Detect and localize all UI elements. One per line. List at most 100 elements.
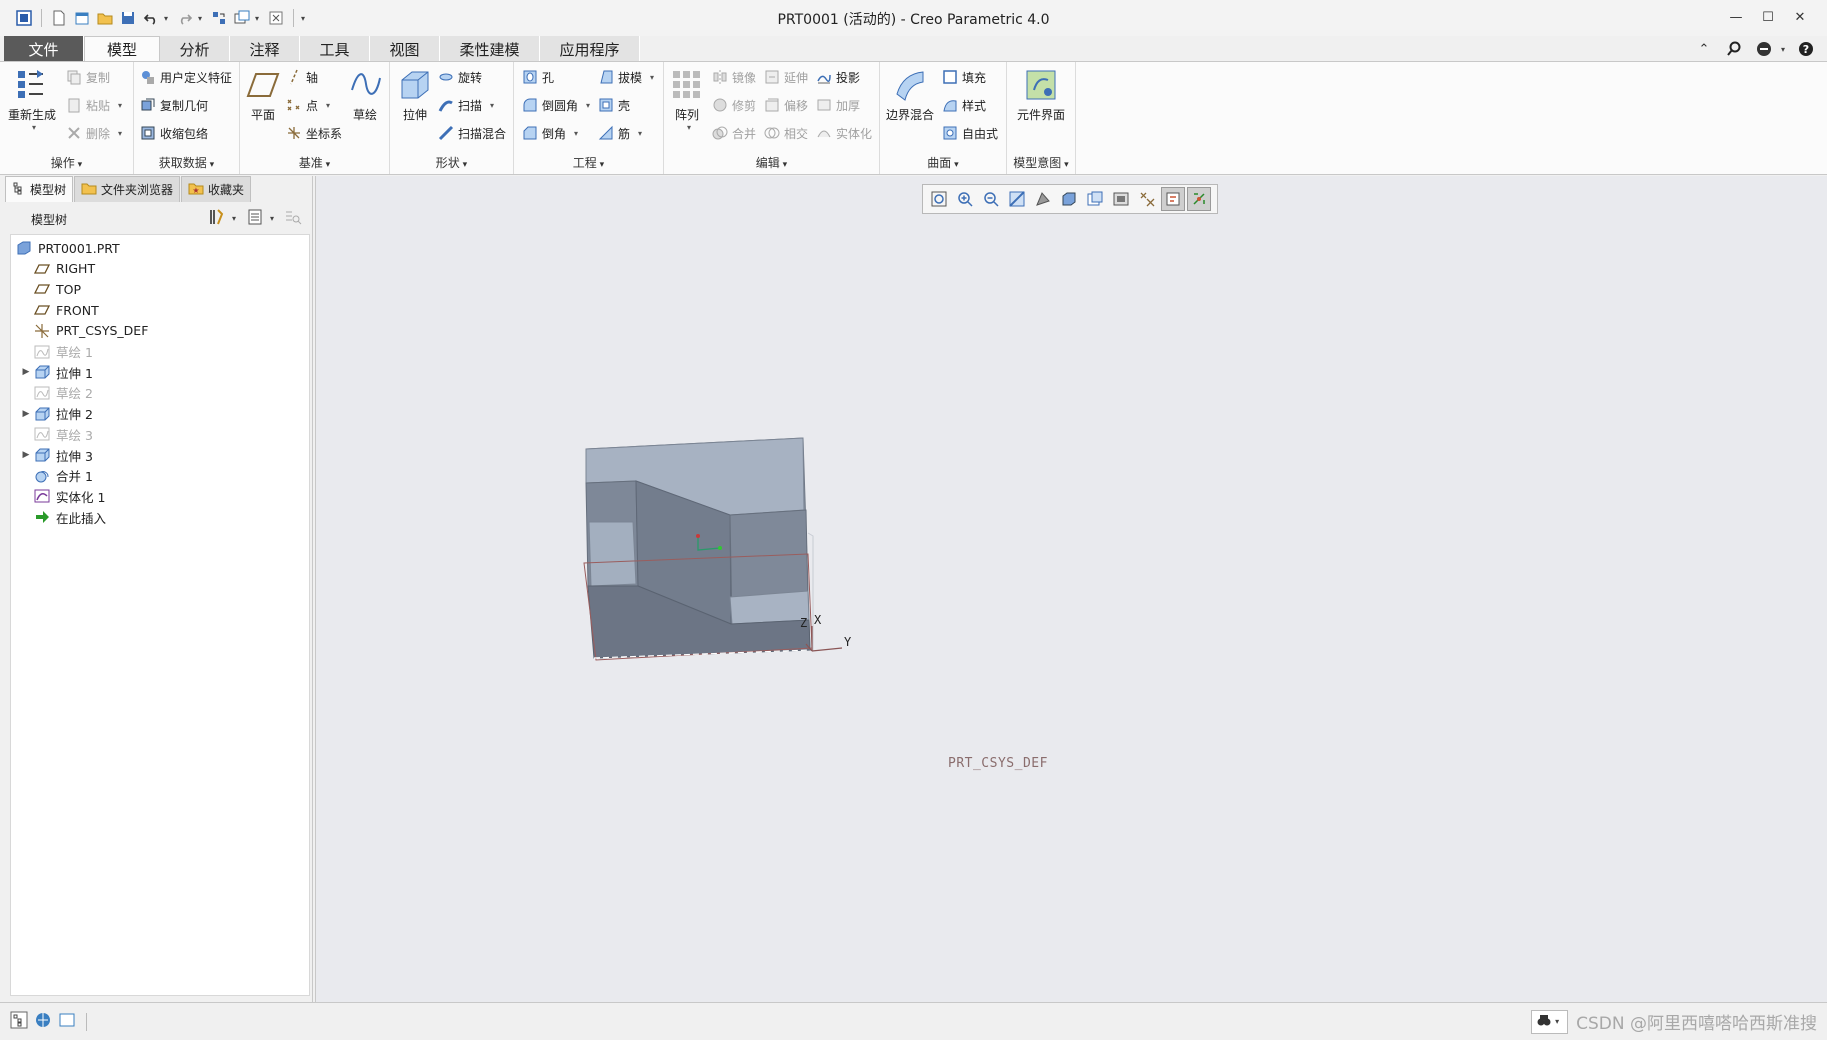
- thicken-button[interactable]: 加厚: [816, 96, 860, 114]
- style-button[interactable]: 样式: [942, 96, 986, 114]
- filter-dropdown-icon[interactable]: ▾: [1555, 1017, 1563, 1026]
- group-label-model-intent[interactable]: 模型意图: [1007, 154, 1075, 171]
- freestyle-button[interactable]: 自由式: [942, 124, 998, 142]
- chamfer-dropdown-icon[interactable]: ▾: [574, 129, 578, 138]
- point-button[interactable]: 点 ▾: [286, 96, 330, 114]
- regenerate-dropdown-icon[interactable]: ▾: [32, 123, 36, 132]
- fill-button[interactable]: 填充: [942, 68, 986, 86]
- pattern-button[interactable]: 阵列 ▾: [670, 68, 704, 132]
- open-folder-icon[interactable]: [95, 8, 115, 28]
- regenerate-small-icon[interactable]: [209, 8, 229, 28]
- paste-button[interactable]: 粘贴 ▾: [66, 96, 122, 114]
- expand-arrow-icon[interactable]: ▶: [19, 450, 33, 460]
- draft-button[interactable]: 拔模 ▾: [598, 68, 654, 86]
- shrinkwrap-button[interactable]: 收缩包络: [140, 124, 208, 142]
- tree-item[interactable]: 草绘 3: [19, 423, 93, 445]
- tree-item[interactable]: 实体化 1: [19, 485, 105, 507]
- new-file-icon[interactable]: [49, 8, 69, 28]
- model-viewport[interactable]: [316, 176, 1827, 1002]
- expand-arrow-icon[interactable]: ▶: [19, 409, 33, 419]
- graphics-window[interactable]: Z X Y PRT_CSYS_DEF: [315, 176, 1827, 1002]
- app-icon[interactable]: [14, 8, 34, 28]
- tab-favorites[interactable]: ★ 收藏夹: [181, 176, 252, 202]
- round-dropdown-icon[interactable]: ▾: [586, 101, 590, 110]
- group-label-datum[interactable]: 基准: [240, 154, 389, 171]
- offset-button[interactable]: 偏移: [764, 96, 808, 114]
- merge-button[interactable]: 合并: [712, 124, 756, 142]
- shell-button[interactable]: 壳: [598, 96, 630, 114]
- tab-applications[interactable]: 应用程序: [540, 36, 640, 62]
- tree-filter-icon[interactable]: [284, 208, 302, 229]
- delete-button[interactable]: 删除 ▾: [66, 124, 122, 142]
- mirror-button[interactable]: 镜像: [712, 68, 756, 86]
- hole-button[interactable]: 孔: [522, 68, 554, 86]
- undo-icon[interactable]: [141, 8, 161, 28]
- udf-button[interactable]: 用户定义特征: [140, 68, 232, 86]
- tree-item[interactable]: RIGHT: [19, 258, 95, 280]
- sweep-dropdown-icon[interactable]: ▾: [490, 101, 494, 110]
- rib-dropdown-icon[interactable]: ▾: [638, 129, 642, 138]
- windows-icon[interactable]: [232, 8, 252, 28]
- draft-dropdown-icon[interactable]: ▾: [650, 73, 654, 82]
- group-label-surfaces[interactable]: 曲面: [880, 154, 1006, 171]
- tab-model-tree[interactable]: 模型树: [5, 176, 74, 202]
- tab-flexible-modeling[interactable]: 柔性建模: [440, 36, 540, 62]
- community-dropdown-icon[interactable]: ▾: [1781, 45, 1789, 54]
- show-navigator-icon[interactable]: [10, 1011, 28, 1032]
- chamfer-button[interactable]: 倒角 ▾: [522, 124, 578, 142]
- tree-item[interactable]: PRT0001.PRT: [15, 237, 120, 259]
- tree-item[interactable]: 草绘 1: [19, 341, 93, 363]
- regenerate-button[interactable]: 重新生成 ▾: [8, 68, 56, 132]
- selection-filter[interactable]: ▾: [1531, 1009, 1569, 1034]
- community-icon[interactable]: [1751, 38, 1777, 60]
- tab-folder-browser[interactable]: 文件夹浏览器: [74, 176, 181, 202]
- tree-settings-dropdown-icon[interactable]: ▾: [232, 214, 240, 223]
- pattern-dropdown-icon[interactable]: ▾: [687, 123, 691, 132]
- tree-item[interactable]: ▶ 拉伸 1: [19, 361, 93, 383]
- trim-button[interactable]: 修剪: [712, 96, 756, 114]
- redo-dropdown-icon[interactable]: ▾: [198, 14, 206, 23]
- group-label-shapes[interactable]: 形状: [390, 154, 513, 171]
- new-window-icon[interactable]: [72, 8, 92, 28]
- tab-analysis[interactable]: 分析: [160, 36, 230, 62]
- maximize-button[interactable]: ☐: [1755, 6, 1781, 28]
- redo-icon[interactable]: [175, 8, 195, 28]
- close-window-icon[interactable]: [266, 8, 286, 28]
- tab-annotate[interactable]: 注释: [230, 36, 300, 62]
- customize-qat-icon[interactable]: ▾: [301, 14, 309, 23]
- expand-arrow-icon[interactable]: ▶: [19, 367, 33, 377]
- tree-show-dropdown-icon[interactable]: ▾: [270, 214, 278, 223]
- copy-geometry-button[interactable]: 复制几何: [140, 96, 208, 114]
- tree-item[interactable]: ▶ 拉伸 3: [19, 444, 93, 466]
- rib-button[interactable]: 筋 ▾: [598, 124, 642, 142]
- tab-view[interactable]: 视图: [370, 36, 440, 62]
- tab-model[interactable]: 模型: [84, 36, 160, 62]
- sketch-button[interactable]: 草绘: [348, 68, 382, 123]
- tree-show-icon[interactable]: [246, 208, 264, 229]
- tree-item[interactable]: PRT_CSYS_DEF: [19, 320, 148, 342]
- solidify-button[interactable]: 实体化: [816, 124, 872, 142]
- paste-dropdown-icon[interactable]: ▾: [118, 101, 122, 110]
- tree-item[interactable]: FRONT: [19, 299, 99, 321]
- close-button[interactable]: ✕: [1787, 6, 1813, 28]
- tree-item[interactable]: TOP: [19, 278, 81, 300]
- group-label-get-data[interactable]: 获取数据: [134, 154, 239, 171]
- group-label-editing[interactable]: 编辑: [664, 154, 879, 171]
- extrude-button[interactable]: 拉伸: [398, 68, 432, 123]
- project-button[interactable]: 投影: [816, 68, 860, 86]
- sweep-button[interactable]: 扫描 ▾: [438, 96, 494, 114]
- help-icon[interactable]: ?: [1793, 38, 1819, 60]
- plane-button[interactable]: 平面: [246, 68, 280, 123]
- search-icon[interactable]: [1721, 38, 1747, 60]
- point-dropdown-icon[interactable]: ▾: [326, 101, 330, 110]
- tree-item[interactable]: 在此插入: [19, 506, 106, 528]
- group-label-engineering[interactable]: 工程: [514, 154, 663, 171]
- windows-dropdown-icon[interactable]: ▾: [255, 14, 263, 23]
- tree-item[interactable]: ▶ 拉伸 2: [19, 403, 93, 425]
- group-label-operations[interactable]: 操作: [0, 154, 133, 171]
- revolve-button[interactable]: 旋转: [438, 68, 482, 86]
- intersect-button[interactable]: 相交: [764, 124, 808, 142]
- tree-settings-icon[interactable]: [208, 208, 226, 229]
- tree-item[interactable]: 合并 1: [19, 465, 93, 487]
- swept-blend-button[interactable]: 扫描混合: [438, 124, 506, 142]
